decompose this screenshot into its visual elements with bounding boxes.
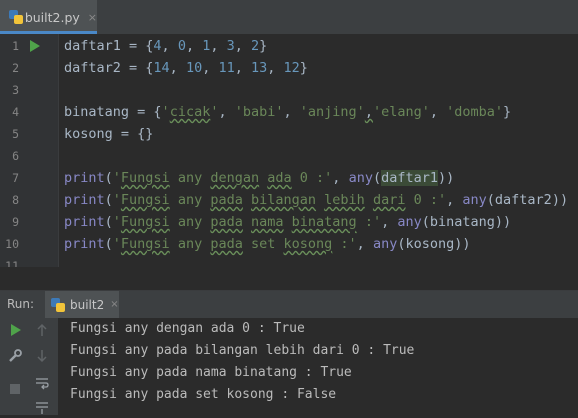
line-number: 11 (5, 259, 19, 267)
code-text: daftar1 = {4, 0, 1, 3, 2} (64, 38, 268, 54)
line-number: 5 (12, 127, 19, 141)
code-text: print('Fungsi any pada bilangan lebih da… (64, 192, 569, 208)
editor-tab-bar: built2.py × (0, 0, 578, 34)
code-line: 3 (0, 79, 578, 101)
code-text: print('Fungsi any dengan ada 0 :', any(d… (64, 170, 455, 186)
line-number: 3 (12, 83, 19, 97)
line-number: 10 (5, 237, 19, 251)
console-output-line: Fungsi any pada set kosong : False (70, 387, 337, 402)
run-tab-label: built2 (70, 297, 105, 312)
run-console[interactable]: Fungsi any dengan ada 0 : True Fungsi an… (0, 318, 578, 415)
code-text: daftar2 = {14, 10, 11, 13, 12} (64, 60, 308, 76)
line-number: 7 (12, 171, 19, 185)
console-output-line: Fungsi any dengan ada 0 : True (70, 321, 305, 336)
code-editor[interactable]: 1 daftar1 = {4, 0, 1, 3, 2} 2 daftar2 = … (0, 34, 578, 267)
code-line: 5 kosong = {} (0, 123, 578, 145)
editor-tab-label: built2.py (24, 9, 80, 25)
run-panel-title: Run: (7, 297, 35, 311)
close-tab-icon[interactable]: × (88, 11, 97, 24)
code-line: 2 daftar2 = {14, 10, 11, 13, 12} (0, 57, 578, 79)
code-line: 7 print('Fungsi any dengan ada 0 :', any… (0, 167, 578, 189)
code-text: kosong = {} (64, 126, 154, 142)
code-line: 10 print('Fungsi any pada set kosong :',… (0, 233, 578, 255)
editor-tab-built2[interactable]: built2.py × (0, 0, 97, 34)
code-line: 9 print('Fungsi any pada nama binatang :… (0, 211, 578, 233)
soft-wrap-icon[interactable] (34, 376, 50, 392)
console-toolbar (0, 318, 58, 415)
line-number: 8 (12, 193, 19, 207)
run-tab-built2[interactable]: built2 × (45, 291, 119, 318)
line-number: 4 (12, 105, 19, 119)
editor-spacer (0, 267, 578, 291)
code-line: 6 (0, 145, 578, 167)
wrench-icon[interactable] (7, 349, 23, 365)
line-number: 9 (12, 215, 19, 229)
run-toolbar: Run: built2 × (0, 291, 578, 318)
scroll-to-end-icon[interactable] (34, 400, 50, 416)
code-text: binatang = {'cicak', 'babi', 'anjing','e… (64, 104, 512, 120)
console-output-line: Fungsi any pada nama binatang : True (70, 365, 352, 380)
python-run-icon (51, 297, 65, 312)
code-line: 4 binatang = {'cicak', 'babi', 'anjing',… (0, 101, 578, 123)
arrow-up-icon[interactable] (34, 323, 50, 339)
code-line: 1 daftar1 = {4, 0, 1, 3, 2} (0, 35, 578, 57)
line-number: 6 (12, 149, 19, 163)
arrow-down-icon[interactable] (34, 349, 50, 365)
run-icon[interactable] (7, 323, 23, 339)
code-text: print('Fungsi any pada nama binatang :',… (64, 214, 512, 230)
stop-icon[interactable] (7, 382, 23, 398)
line-number: 2 (12, 61, 19, 75)
code-text: print('Fungsi any pada set kosong :', an… (64, 236, 471, 252)
code-line: 8 print('Fungsi any pada bilangan lebih … (0, 189, 578, 211)
run-gutter-icon[interactable] (30, 40, 40, 52)
code-line: 11 (0, 255, 578, 267)
line-number: 1 (12, 39, 19, 53)
python-file-icon (9, 10, 23, 24)
console-output-line: Fungsi any pada bilangan lebih dari 0 : … (70, 343, 415, 358)
close-run-tab-icon[interactable]: × (110, 299, 118, 310)
